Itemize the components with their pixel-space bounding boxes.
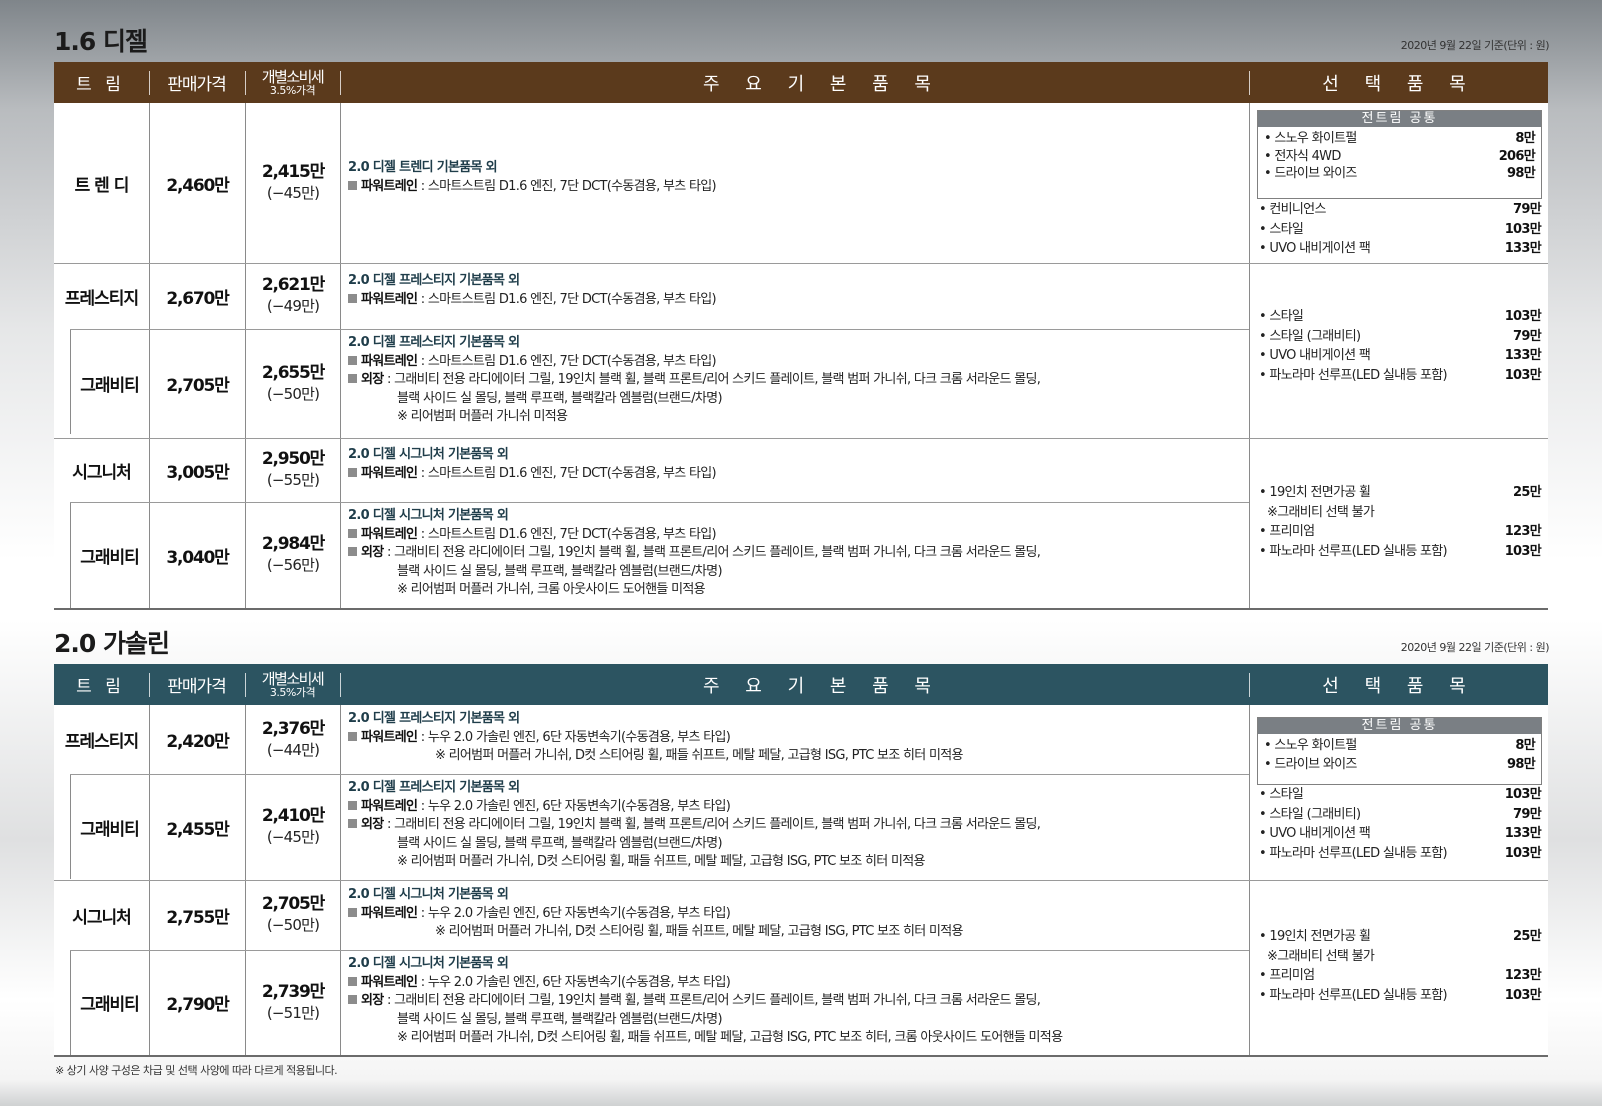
option-note: ※그래비티 선택 불가 bbox=[1267, 948, 1375, 964]
gas-trim-signature: 시그니처 bbox=[72, 907, 132, 928]
options-prestige: • 스타일 103만 • 스타일 (그래비티) 79만 • UVO 내비게이션 팩1… bbox=[1259, 307, 1542, 385]
features-gravity-prestige: 2.0 디젤 프레스티지 기본품목 외 파워트레인 : 스마트스트림 D1.6 … bbox=[348, 335, 1041, 424]
option-item: • 스타일 103만 bbox=[1259, 221, 1542, 237]
option-item: • 드라이브 와이즈 98만 bbox=[1264, 756, 1536, 772]
option-item: • 스타일 (그래비티) 79만 bbox=[1259, 806, 1542, 822]
options-signature: • 19인치 전면가공 휠 25만 ※그래비티 선택 불가 • 프리미엄 123만 … bbox=[1259, 483, 1542, 561]
tax-price-signature: 2,950만 (−55만) bbox=[261, 449, 325, 489]
option-item: • UVO 내비게이션 팩 133만 bbox=[1259, 826, 1542, 841]
trim-trendy: 트 렌 디 bbox=[74, 175, 130, 196]
trim-signature: 시그니처 bbox=[72, 462, 132, 483]
gas-price-prestige: 2,420만 bbox=[166, 732, 229, 752]
gas-trim-gravity-prestige: 그래비티 bbox=[80, 819, 140, 840]
gasoline-basis-date: 2020년 9월 22일 기준(단위 : 원) bbox=[1400, 641, 1550, 654]
price-trendy: 2,460만 bbox=[166, 175, 229, 196]
trim-prestige: 프레스티지 bbox=[64, 288, 139, 309]
options-trendy: • 컨비니언스 79만 • 스타일 103만 • UVO 내비게이션 팩 133만 bbox=[1259, 200, 1542, 259]
gas-price-gravity-prestige: 2,455만 bbox=[166, 819, 229, 840]
option-item: • 파노라마 선루프(LED 실내등 포함) 103만 bbox=[1259, 845, 1542, 861]
header-price: 판매가격 bbox=[167, 75, 227, 95]
gasoline-section-title: 2.0 가솔린 bbox=[54, 629, 170, 658]
gasoline-table-body: 프레스티지 2,420만 2,376만 (−44만) 2.0 디젤 프레스티지 … bbox=[54, 705, 1548, 1057]
gasoline-common-options-list: • 스노우 화이트펄 8만 • 드라이브 와이즈 98만 bbox=[1264, 737, 1536, 774]
option-item: • 스노우 화이트펄 8만 bbox=[1264, 131, 1536, 146]
footnote: ※ 상기 사양 구성은 차급 및 선택 사양에 따라 다르게 적용됩니다. bbox=[55, 1064, 338, 1077]
gas-trim-prestige: 프레스티지 bbox=[64, 732, 139, 752]
gas-price-signature: 2,755만 bbox=[166, 907, 229, 928]
option-item: • 스타일 (그래비티) 79만 bbox=[1259, 328, 1542, 344]
option-item: • 스노우 화이트펄 8만 bbox=[1264, 738, 1536, 753]
header-trim: 트 림 bbox=[76, 75, 125, 95]
diesel-section-title: 1.6 디젤 bbox=[54, 27, 148, 56]
option-item: • 전자식 4WD 206만 bbox=[1264, 148, 1536, 164]
gas-features-signature: 2.0 디젤 시그니처 기본품목 외 파워트레인 : 누우 2.0 가솔린 엔진… bbox=[348, 887, 963, 939]
gas-price-gravity-signature: 2,790만 bbox=[166, 995, 229, 1015]
diesel-common-options-box: 전트림 공통 • 스노우 화이트펄 8만 • 전자식 4WD 206만 • 드라이브… bbox=[1257, 110, 1542, 199]
tax-price-trendy: 2,415만 (−45만) bbox=[261, 162, 325, 202]
gas-tax-price-gravity-signature: 2,739만 (−51만) bbox=[261, 981, 325, 1022]
gas-trim-gravity-signature: 그래비티 bbox=[80, 995, 140, 1015]
gas-options-signature: • 19인치 전면가공 휠 25만 ※그래비티 선택 불가 • 프리미엄 123만 … bbox=[1259, 927, 1542, 1005]
option-note: ※그래비티 선택 불가 bbox=[1267, 504, 1375, 520]
option-item: • 파노라마 선루프(LED 실내등 포함) 103만 bbox=[1259, 543, 1542, 559]
diesel-common-options-list: • 스노우 화이트펄 8만 • 전자식 4WD 206만 • 드라이브 와이즈 98만 bbox=[1264, 130, 1536, 183]
option-item: • UVO 내비게이션 팩 133만 bbox=[1259, 241, 1542, 256]
gas-options-prestige: • 스타일 103만 • 스타일 (그래비티) 79만 • UVO 내비게이션 팩1… bbox=[1259, 785, 1542, 863]
gas-tax-price-gravity-prestige: 2,410만 (−45만) bbox=[261, 806, 325, 846]
price-gravity-prestige: 2,705만 bbox=[166, 376, 229, 396]
gas-tax-price-prestige: 2,376만 (−44만) bbox=[261, 718, 325, 759]
diesel-table-body: 트 렌 디 2,460만 2,415만 (−45만) 2.0 디젤 트렌디 기본… bbox=[54, 103, 1548, 610]
common-caption: 전트림 공통 bbox=[1258, 718, 1541, 734]
gas-features-gravity-signature: 2.0 디젤 시그니처 기본품목 외 파워트레인 : 누우 2.0 가솔린 엔진… bbox=[348, 956, 1063, 1045]
option-item: • 프리미엄 123만 bbox=[1259, 968, 1542, 983]
option-item: • 프리미엄 123만 bbox=[1259, 524, 1542, 539]
features-trendy: 2.0 디젤 트렌디 기본품목 외 파워트레인 : 스마트스트림 D1.6 엔진… bbox=[348, 160, 717, 194]
tax-price-prestige: 2,621만 (−49만) bbox=[261, 275, 325, 315]
option-item: • UVO 내비게이션 팩 133만 bbox=[1259, 348, 1542, 363]
price-prestige: 2,670만 bbox=[166, 288, 229, 309]
common-caption: 전트림 공통 bbox=[1258, 111, 1541, 127]
option-item: • 스타일 103만 bbox=[1259, 787, 1542, 802]
trim-gravity-prestige: 그래비티 bbox=[80, 376, 140, 396]
features-signature: 2.0 디젤 시그니처 기본품목 외 파워트레인 : 스마트스트림 D1.6 엔… bbox=[348, 447, 717, 481]
trim-gravity-signature: 그래비티 bbox=[80, 547, 140, 568]
diesel-basis-date: 2020년 9월 22일 기준(단위 : 원) bbox=[1400, 39, 1550, 52]
option-item: • 스타일 103만 bbox=[1259, 309, 1542, 324]
tax-price-gravity-signature: 2,984만 (−56만) bbox=[261, 534, 325, 574]
gasoline-common-options-box: 전트림 공통 • 스노우 화이트펄 8만 • 드라이브 와이즈 98만 bbox=[1257, 717, 1542, 785]
option-item: • 파노라마 선루프(LED 실내등 포함) 103만 bbox=[1259, 987, 1542, 1003]
price-gravity-signature: 3,040만 bbox=[166, 547, 229, 568]
gas-features-prestige: 2.0 디젤 프레스티지 기본품목 외 파워트레인 : 누우 2.0 가솔린 엔… bbox=[348, 711, 963, 763]
header-main-features: 주 요 기 본 품 목 bbox=[703, 73, 941, 95]
option-item: • 드라이브 와이즈 98만 bbox=[1264, 166, 1536, 181]
header-options: 선 택 품 목 bbox=[1322, 73, 1476, 95]
features-prestige: 2.0 디젤 프레스티지 기본품목 외 파워트레인 : 스마트스트림 D1.6 … bbox=[348, 273, 717, 307]
gas-features-gravity-prestige: 2.0 디젤 프레스티지 기본품목 외 파워트레인 : 누우 2.0 가솔린 엔… bbox=[348, 780, 1041, 869]
option-item: • 파노라마 선루프(LED 실내등 포함) 103만 bbox=[1259, 367, 1542, 383]
diesel-table-header: 트 림 판매가격 개별소비세 3.5%가격 주 요 기 본 품 목 선 택 품 목 bbox=[54, 62, 1548, 103]
gasoline-table-header: 트 림 판매가격 개별소비세 3.5%가격 주 요 기 본 품 목 선 택 품 목 bbox=[54, 664, 1548, 705]
tax-price-gravity-prestige: 2,655만 (−50만) bbox=[261, 362, 325, 403]
option-item: • 19인치 전면가공 휠 25만 bbox=[1259, 929, 1542, 944]
option-item: • 컨비니언스 79만 bbox=[1259, 202, 1542, 217]
gas-tax-price-signature: 2,705만 (−50만) bbox=[261, 894, 325, 934]
option-item: • 19인치 전면가공 휠 25만 bbox=[1259, 485, 1542, 500]
header-tax: 개별소비세 3.5%가격 bbox=[261, 67, 325, 97]
features-gravity-signature: 2.0 디젤 시그니처 기본품목 외 파워트레인 : 스마트스트림 D1.6 엔… bbox=[348, 508, 1041, 597]
price-signature: 3,005만 bbox=[166, 462, 229, 483]
